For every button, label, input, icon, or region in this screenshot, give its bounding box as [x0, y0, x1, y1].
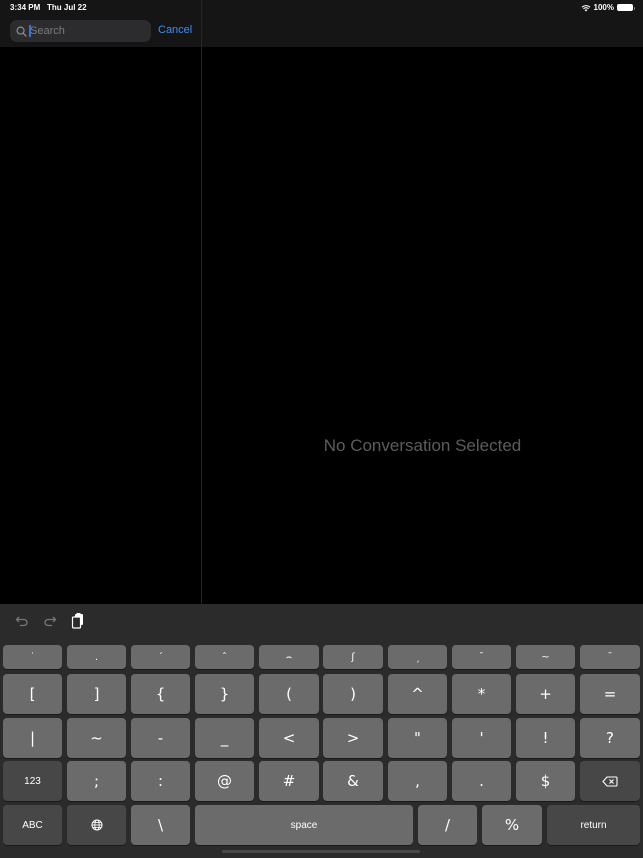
- key-double-quote[interactable]: ": [388, 718, 447, 758]
- empty-state-message: No Conversation Selected: [323, 436, 522, 455]
- search-field[interactable]: [10, 20, 151, 42]
- key-at[interactable]: @: [195, 761, 254, 801]
- undo-icon[interactable]: [14, 613, 30, 629]
- wifi-icon: [581, 4, 590, 11]
- key-period[interactable]: .: [452, 761, 511, 801]
- paste-icon[interactable]: [70, 613, 86, 629]
- search-icon: [16, 26, 27, 37]
- key-equals[interactable]: =: [580, 674, 640, 714]
- key-underscore[interactable]: _: [195, 718, 254, 758]
- key-right-brace[interactable]: }: [195, 674, 254, 714]
- key-123[interactable]: 123: [3, 761, 62, 801]
- key-accent-2[interactable]: .: [67, 645, 126, 669]
- key-tilde[interactable]: ~: [67, 718, 126, 758]
- key-left-brace[interactable]: {: [131, 674, 190, 714]
- search-input[interactable]: [30, 25, 145, 37]
- key-right-bracket[interactable]: ]: [67, 674, 126, 714]
- key-right-paren[interactable]: ): [323, 674, 383, 714]
- keyboard: ˙ . ´ ˆ ⌢ ʃ ˏ ˉ ~ ˉ [ ] { } ( ) ^ * + = …: [0, 604, 643, 858]
- key-exclamation[interactable]: !: [516, 718, 575, 758]
- battery-percent: 100%: [593, 3, 614, 12]
- conversation-list: [0, 47, 201, 604]
- key-globe[interactable]: [67, 805, 126, 845]
- key-comma[interactable]: ,: [388, 761, 447, 801]
- conversation-detail: No Conversation Selected: [202, 47, 643, 604]
- key-greater-than[interactable]: >: [323, 718, 383, 758]
- redo-icon[interactable]: [42, 613, 58, 629]
- navigation-bar: 3:34 PM Thu Jul 22 100% Cancel: [0, 0, 643, 47]
- status-right: 100%: [581, 3, 635, 12]
- home-indicator[interactable]: [222, 850, 420, 853]
- key-ampersand[interactable]: &: [323, 761, 383, 801]
- key-question[interactable]: ?: [580, 718, 640, 758]
- key-space[interactable]: space: [195, 805, 413, 845]
- key-return[interactable]: return: [547, 805, 640, 845]
- key-left-bracket[interactable]: [: [3, 674, 62, 714]
- keyboard-shortcut-bar: [0, 604, 643, 640]
- key-caret[interactable]: ^: [388, 674, 447, 714]
- key-semicolon[interactable]: ;: [67, 761, 126, 801]
- key-delete[interactable]: [580, 761, 640, 801]
- key-accent-10[interactable]: ˉ: [580, 645, 640, 669]
- status-bar: 3:34 PM Thu Jul 22 100%: [0, 0, 643, 16]
- key-plus[interactable]: +: [516, 674, 575, 714]
- key-asterisk[interactable]: *: [452, 674, 511, 714]
- key-accent-6[interactable]: ʃ: [323, 645, 383, 669]
- key-left-paren[interactable]: (: [259, 674, 319, 714]
- key-accent-4[interactable]: ˆ: [195, 645, 254, 669]
- delete-icon: [602, 775, 618, 787]
- text-cursor: [29, 25, 31, 37]
- key-accent-3[interactable]: ´: [131, 645, 190, 669]
- key-hyphen[interactable]: -: [131, 718, 190, 758]
- key-accent-7[interactable]: ˏ: [388, 645, 447, 669]
- status-time: 3:34 PM: [10, 3, 41, 12]
- key-colon[interactable]: :: [131, 761, 190, 801]
- key-less-than[interactable]: <: [259, 718, 319, 758]
- globe-icon: [91, 819, 102, 831]
- cancel-button[interactable]: Cancel: [158, 24, 192, 36]
- key-pipe[interactable]: |: [3, 718, 62, 758]
- status-date: Thu Jul 22: [47, 3, 87, 12]
- key-abc[interactable]: ABC: [3, 805, 62, 845]
- key-percent[interactable]: %: [482, 805, 542, 845]
- key-backslash[interactable]: \: [131, 805, 190, 845]
- battery-icon: [617, 4, 635, 11]
- key-single-quote[interactable]: ': [452, 718, 511, 758]
- key-accent-1[interactable]: ˙: [3, 645, 62, 669]
- key-accent-9[interactable]: ~: [516, 645, 575, 669]
- key-dollar[interactable]: $: [516, 761, 575, 801]
- key-accent-5[interactable]: ⌢: [259, 645, 319, 669]
- key-slash[interactable]: /: [418, 805, 477, 845]
- key-hash[interactable]: #: [259, 761, 319, 801]
- key-accent-8[interactable]: ˉ: [452, 645, 511, 669]
